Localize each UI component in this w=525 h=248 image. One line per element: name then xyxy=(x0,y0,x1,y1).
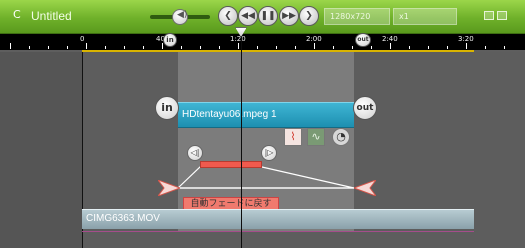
ruler-tick xyxy=(428,46,429,49)
audio-clip-label: CIMG6363.MOV xyxy=(86,213,160,224)
fade-out-handle[interactable]: |▷ xyxy=(261,145,277,161)
ruler-tick xyxy=(371,46,372,49)
ruler-tick xyxy=(447,46,448,49)
step-forward-icon[interactable]: ▶▶ xyxy=(279,6,299,26)
ruler-tick xyxy=(162,43,163,49)
pause-icon[interactable]: ❚❚ xyxy=(258,6,278,26)
ruler-tick xyxy=(485,46,486,49)
timeline-area[interactable]: HDtentayu06.mpeg 1 in out ⌇ ∿ ◔ ◁| |▷ 自動… xyxy=(0,52,525,248)
ruler-tick xyxy=(200,46,201,49)
ruler-tick xyxy=(390,43,391,49)
audio-clip[interactable]: CIMG6363.MOV xyxy=(82,209,474,229)
ruler-tick xyxy=(143,46,144,49)
ruler-tick xyxy=(10,43,11,49)
app-icon: C xyxy=(13,8,21,21)
ruler-tick xyxy=(352,46,353,49)
window-title: Untitled xyxy=(31,9,72,23)
volume-icon[interactable]: ◀) xyxy=(172,9,188,25)
window-icon[interactable] xyxy=(497,11,507,20)
ruler-tick xyxy=(504,46,505,49)
zoom-field[interactable]: x1 xyxy=(393,8,457,25)
title-bar: C Untitled ◀) ❮ ◀◀ ❚❚ ▶▶ ❯ 1280x720 x1 xyxy=(0,0,525,34)
ruler-label: 0 xyxy=(80,35,85,43)
fullscreen-icon[interactable] xyxy=(484,11,494,20)
ruler-tick xyxy=(29,46,30,49)
forward-icon[interactable]: ❯ xyxy=(299,6,319,26)
resolution-field[interactable]: 1280x720 xyxy=(324,8,390,25)
ruler-tick xyxy=(409,46,410,49)
ruler-label: 1:20 xyxy=(230,35,246,43)
ruler-tick xyxy=(257,46,258,49)
ruler-label: 2:40 xyxy=(382,35,398,43)
ruler-tick xyxy=(181,46,182,49)
ruler-tick xyxy=(105,46,106,49)
ruler-tick xyxy=(314,43,315,49)
video-editor-window: C Untitled ◀) ❮ ◀◀ ❚❚ ▶▶ ❯ 1280x720 x1 0… xyxy=(0,0,525,248)
ruler-tick xyxy=(48,46,49,49)
ruler-label: 3:20 xyxy=(458,35,474,43)
ruler-in-marker[interactable]: in xyxy=(163,33,177,47)
time-ruler[interactable]: 0 40 1:20 2:00 2:40 3:20 xyxy=(0,34,525,50)
fade-start-arrow-shape xyxy=(158,180,180,196)
ruler-out-marker[interactable]: out xyxy=(355,33,371,47)
envelope-line xyxy=(177,166,355,189)
fade-level-bar[interactable] xyxy=(200,161,262,168)
rewind-icon[interactable]: ❮ xyxy=(218,6,238,26)
fade-in-handle[interactable]: ◁| xyxy=(187,145,203,161)
ruler-tick xyxy=(219,46,220,49)
fade-start-arrow-icon[interactable] xyxy=(158,180,180,196)
ruler-label: 2:00 xyxy=(306,35,322,43)
ruler-tick xyxy=(238,43,239,49)
ruler-tick xyxy=(67,46,68,49)
ruler-tick xyxy=(333,46,334,49)
ruler-tick xyxy=(466,43,467,49)
ruler-tick xyxy=(86,43,87,49)
track-bottom-line xyxy=(82,231,474,232)
ruler-tick xyxy=(124,46,125,49)
ruler-tick xyxy=(276,46,277,49)
playhead-line[interactable] xyxy=(241,34,242,248)
fade-end-arrow-icon[interactable] xyxy=(354,180,376,196)
step-back-icon[interactable]: ◀◀ xyxy=(238,6,258,26)
fade-end-arrow-shape xyxy=(354,180,376,196)
ruler-tick xyxy=(295,46,296,49)
